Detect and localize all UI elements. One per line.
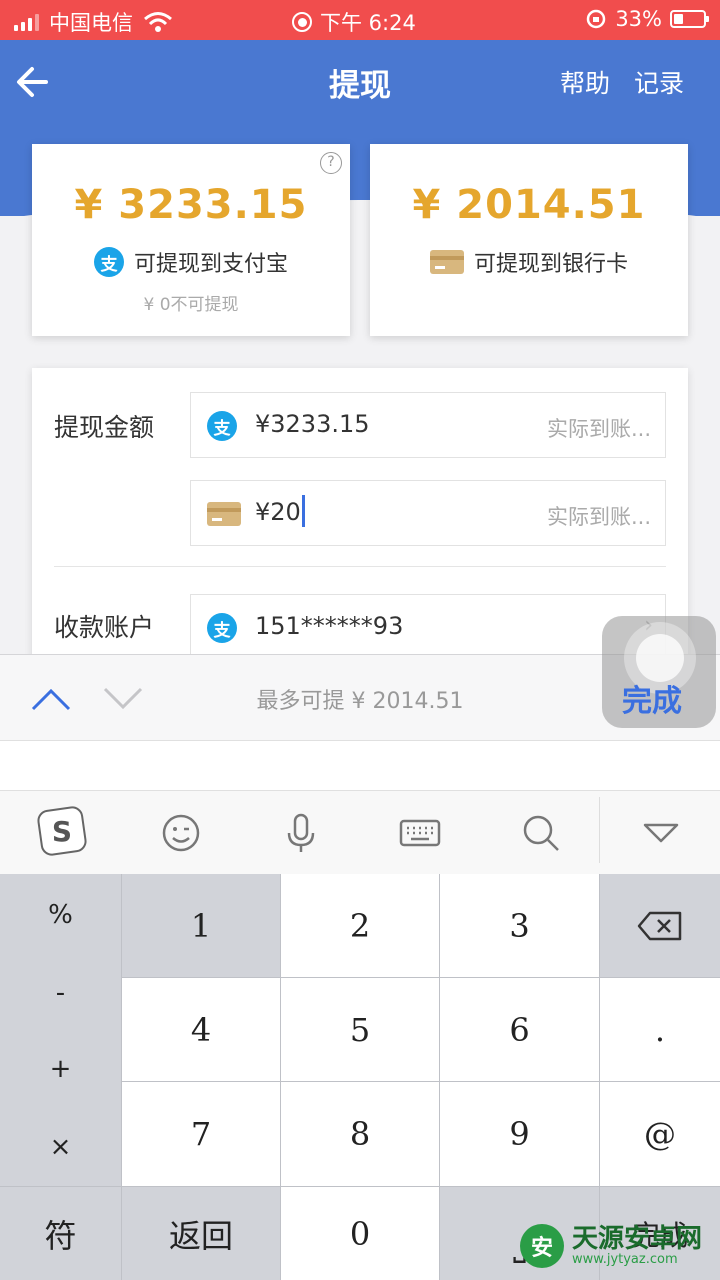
key-0[interactable]: 0 [281,1187,439,1280]
bank-balance-amount: ¥ 2014.51 [412,182,646,228]
key-6[interactable]: 6 [440,978,599,1081]
svg-text:S: S [52,815,72,848]
key-7[interactable]: 7 [122,1082,280,1186]
key-3[interactable]: 3 [440,874,599,977]
bank-card-icon [429,250,464,274]
non-withdrawable-amount: ¥ 0不可提现 [143,295,239,315]
alipay-amount-value: ¥3233.15 [255,410,370,438]
key-dot[interactable]: . [600,978,720,1081]
done-button[interactable]: 完成 [622,676,682,720]
alipay-icon: 支 [93,247,124,277]
bank-balance-card[interactable]: ¥ 2014.51 可提现到银行卡 [370,144,688,336]
alipay-icon: 支 [207,613,237,643]
battery-percent: 33% [615,7,662,31]
watermark-title: 天源安卓网 [572,1224,703,1254]
backspace-icon [637,911,682,940]
status-bar: 中国电信 下午 6:24 33% [0,0,720,40]
watermark-logo: 安 [520,1224,564,1268]
return-key[interactable]: 返回 [122,1187,280,1280]
key-plus[interactable]: + [0,1054,121,1084]
emoji-icon[interactable] [157,809,205,857]
backspace-key[interactable] [600,874,720,977]
key-percent[interactable]: % [0,900,121,930]
signal-icon [14,13,39,31]
help-link[interactable]: 帮助 [560,64,610,100]
status-time: 下午 6:24 [320,11,416,35]
key-2[interactable]: 2 [281,874,439,977]
withdraw-form: 提现金额 支 ¥3233.15 实际到账... ¥20 实际到账... 收款账户… [32,368,688,668]
alipay-balance-amount: ¥ 3233.15 [74,182,308,228]
wifi-icon [144,12,172,32]
account-value: 151******93 [255,612,404,640]
microphone-icon[interactable] [277,809,325,857]
nav-bar: 提现 帮助 记录 [0,40,720,122]
key-multiply[interactable]: × [0,1132,121,1162]
alipay-actual-hint: 实际到账... [546,417,651,441]
text-caret [301,495,305,527]
battery-icon [670,10,709,28]
alipay-amount-field[interactable]: 支 ¥3233.15 实际到账... [190,392,666,458]
numeric-keyboard: % - + × 1 2 3 4 5 6 . 7 8 9 @ 符 返回 0 ⎵ 完… [0,874,720,1280]
key-1[interactable]: 1 [122,874,280,977]
key-at[interactable]: @ [600,1082,720,1186]
symbols-key[interactable]: 符 [0,1187,121,1280]
toolbar-divider [599,797,600,863]
amount-label: 提现金额 [54,413,155,442]
sogou-logo-icon[interactable]: S [36,805,88,857]
key-9[interactable]: 9 [440,1082,599,1186]
record-link[interactable]: 记录 [634,64,684,100]
bank-amount-value: ¥20 [255,495,305,527]
account-label: 收款账户 [54,613,155,642]
key-8[interactable]: 8 [281,1082,439,1186]
question-icon[interactable]: ? [320,152,342,174]
alipay-balance-label: 可提现到支付宝 [133,252,288,277]
bank-card-icon [207,502,241,526]
alipay-balance-label-row: 支 可提现到支付宝 [32,246,350,278]
account-selector[interactable]: 支 151******93 › [190,594,666,660]
key-5[interactable]: 5 [281,978,439,1081]
hide-keyboard-icon[interactable] [637,809,685,857]
rotation-lock-icon [587,9,606,29]
ime-toolbar: S [0,790,720,874]
bank-balance-label-row: 可提现到银行卡 [370,246,688,278]
bank-actual-hint: 实际到账... [546,505,651,529]
form-divider [54,566,666,567]
watermark: 安 天源安卓网 www.jytyaz.com [520,1224,702,1268]
alipay-balance-card[interactable]: ? ¥ 3233.15 支 可提现到支付宝 ¥ 0不可提现 [32,144,350,336]
page-title: 提现 [329,68,391,104]
alipay-icon: 支 [207,411,237,441]
bank-amount-field[interactable]: ¥20 实际到账... [190,480,666,546]
carrier-label: 中国电信 [49,11,133,35]
bank-balance-label: 可提现到银行卡 [473,252,628,277]
search-icon[interactable] [517,809,565,857]
screen-record-icon [292,12,312,32]
watermark-url: www.jytyaz.com [572,1252,678,1267]
keyboard-icon[interactable] [396,809,444,857]
key-4[interactable]: 4 [122,978,280,1081]
candidate-bar [0,740,720,790]
key-minus[interactable]: - [0,978,121,1008]
